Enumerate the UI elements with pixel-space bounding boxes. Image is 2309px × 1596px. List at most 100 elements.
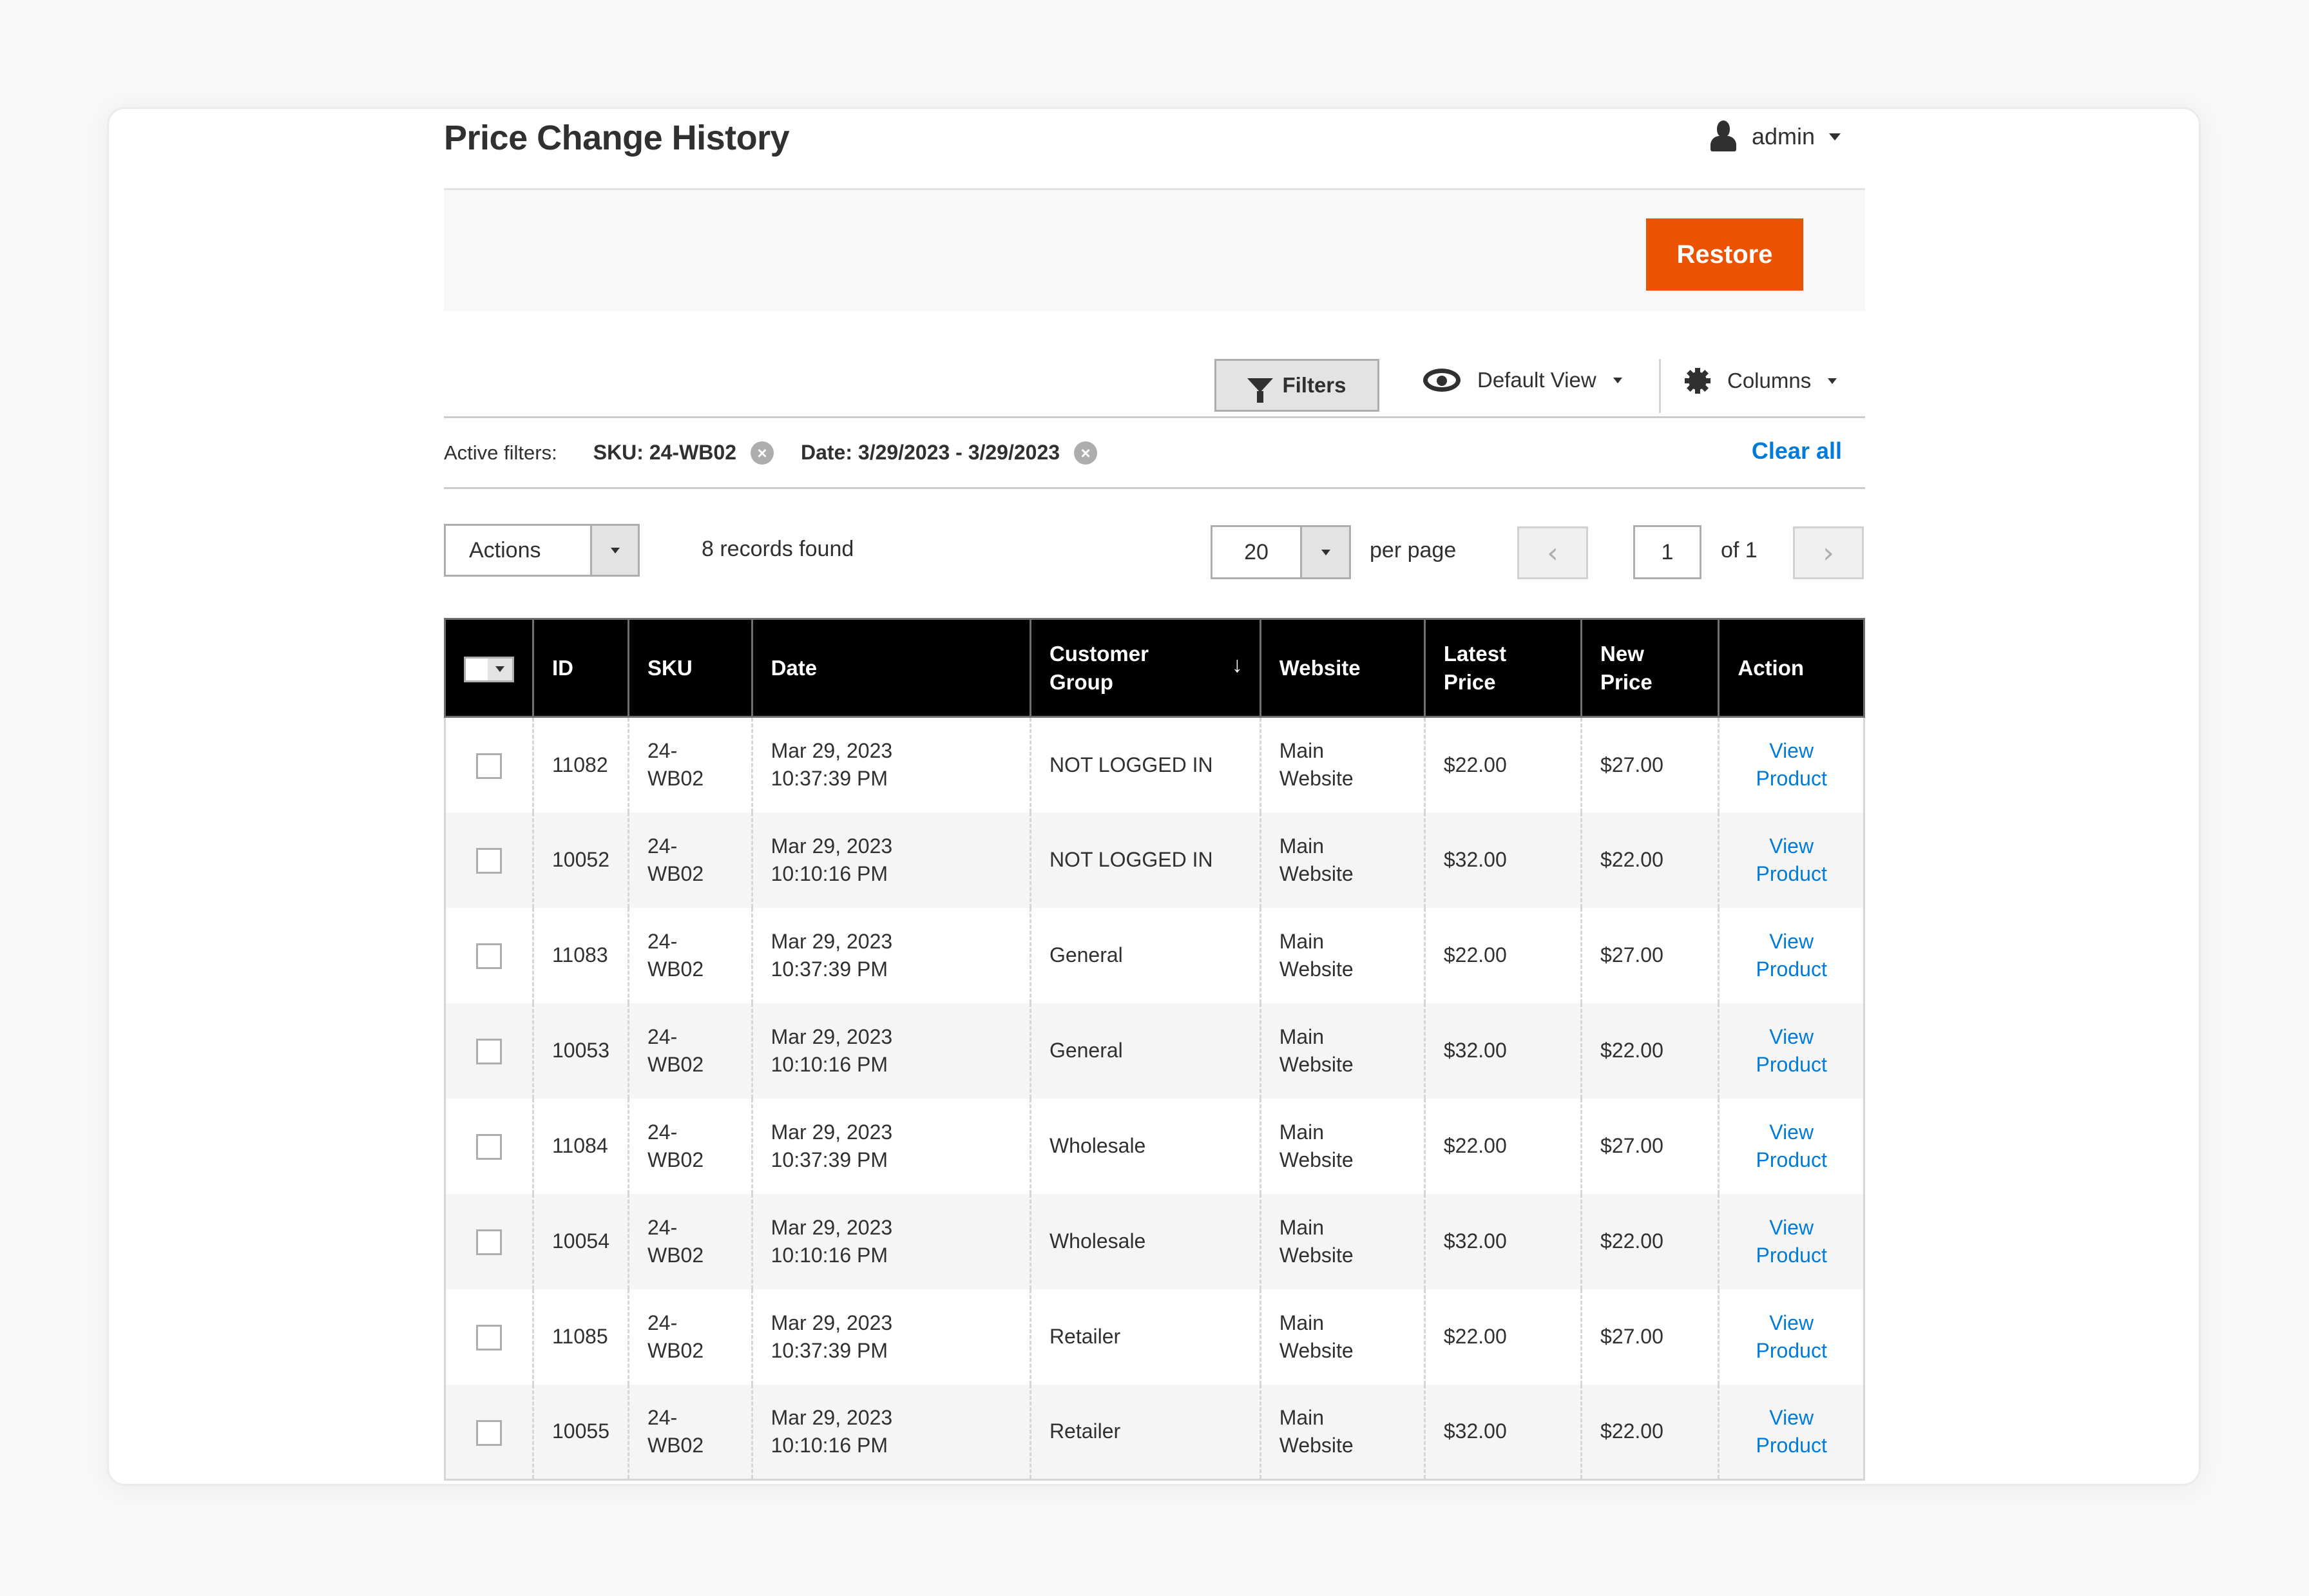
row-select-cell: [444, 812, 534, 908]
row-checkbox[interactable]: [476, 753, 502, 780]
website-text: Main Website: [1279, 739, 1354, 791]
view-product-link[interactable]: View Product: [1750, 737, 1834, 793]
sku-text: 24- WB02: [647, 1405, 704, 1457]
cell-action: View Product: [1718, 1193, 1865, 1289]
actions-label: Actions: [469, 538, 541, 562]
cell-action: View Product: [1718, 907, 1865, 1003]
table-body: 11082 24- WB02 Mar 29, 2023 10:37:39 PM N…: [444, 716, 1865, 1481]
row-select-cell: [444, 1098, 534, 1194]
view-product-link[interactable]: View Product: [1750, 1119, 1834, 1174]
grid-toolbar: Actions 8 records found 20 per page ‹ of…: [444, 489, 1865, 613]
view-product-link[interactable]: View Product: [1750, 1404, 1834, 1459]
cell-customer-group: NOT LOGGED IN: [1029, 716, 1261, 812]
cell-new-price: $27.00: [1580, 716, 1720, 812]
column-header-new-price[interactable]: New Price: [1580, 618, 1720, 718]
column-header-date[interactable]: Date: [751, 618, 1031, 718]
filters-label: Filters: [1282, 373, 1346, 397]
cell-date: Mar 29, 2023 10:37:39 PM: [751, 1289, 1031, 1385]
filter-chip-text: SKU: 24-WB02: [593, 441, 736, 464]
row-checkbox[interactable]: [476, 1325, 502, 1351]
column-header-website[interactable]: Website: [1259, 618, 1426, 718]
per-page-label: per page: [1370, 538, 1457, 562]
actions-toggle[interactable]: [590, 526, 638, 575]
date-text: Mar 29, 2023 10:37:39 PM: [771, 929, 893, 981]
restore-button[interactable]: Restore: [1646, 218, 1803, 291]
chevron-down-icon: [1613, 377, 1622, 383]
column-header-customer-group[interactable]: Customer Group ↓: [1029, 618, 1261, 718]
mass-actions-select[interactable]: Actions: [444, 524, 640, 577]
date-text: Mar 29, 2023 10:10:16 PM: [771, 1024, 893, 1076]
column-header-id[interactable]: ID: [532, 618, 629, 718]
cell-action: View Product: [1718, 812, 1865, 908]
columns-dropdown[interactable]: Columns: [1685, 368, 1837, 394]
clear-all-link[interactable]: Clear all: [1752, 437, 1842, 465]
chevron-left-icon: ‹: [1547, 536, 1558, 570]
table-row: 11082 24- WB02 Mar 29, 2023 10:37:39 PM N…: [444, 716, 1865, 812]
sku-text: 24- WB02: [647, 1024, 704, 1076]
cell-customer-group: General: [1029, 907, 1261, 1003]
view-product-link[interactable]: View Product: [1750, 832, 1834, 888]
cell-sku: 24- WB02: [627, 1003, 753, 1099]
chevron-right-icon: ›: [1823, 536, 1834, 570]
row-checkbox[interactable]: [476, 943, 502, 970]
chevron-down-icon: [610, 547, 620, 553]
date-text: Mar 29, 2023 10:10:16 PM: [771, 1405, 893, 1457]
column-header-label: New Price: [1600, 641, 1653, 694]
user-icon: [1709, 120, 1738, 153]
mass-select-toggle[interactable]: [488, 658, 512, 680]
cell-latest-price: $22.00: [1423, 907, 1583, 1003]
cell-customer-group: Retailer: [1029, 1289, 1261, 1385]
sku-text: 24- WB02: [647, 1120, 704, 1171]
row-checkbox[interactable]: [476, 1134, 502, 1160]
view-product-link[interactable]: View Product: [1750, 1309, 1834, 1365]
sku-text: 24- WB02: [647, 834, 704, 885]
table-row: 11085 24- WB02 Mar 29, 2023 10:37:39 PM R…: [444, 1289, 1865, 1385]
per-page-toggle[interactable]: [1300, 527, 1349, 577]
filters-button[interactable]: Filters: [1214, 359, 1379, 412]
page-number-input[interactable]: [1633, 525, 1701, 579]
cell-id: 11085: [532, 1289, 629, 1385]
chevron-down-icon: [1829, 133, 1841, 140]
mass-select-dropdown[interactable]: [464, 656, 514, 682]
cell-date: Mar 29, 2023 10:10:16 PM: [751, 1193, 1031, 1289]
view-product-link[interactable]: View Product: [1750, 928, 1834, 983]
table-row: 10054 24- WB02 Mar 29, 2023 10:10:16 PM W…: [444, 1193, 1865, 1289]
row-checkbox[interactable]: [476, 848, 502, 874]
view-product-link[interactable]: View Product: [1750, 1214, 1834, 1269]
close-circle-icon[interactable]: ×: [750, 441, 774, 465]
per-page-select[interactable]: 20: [1211, 525, 1351, 579]
close-circle-icon[interactable]: ×: [1074, 441, 1098, 465]
sku-text: 24- WB02: [647, 1311, 704, 1362]
chevron-down-icon: [1321, 549, 1330, 555]
table-row: 10055 24- WB02 Mar 29, 2023 10:10:16 PM R…: [444, 1384, 1865, 1481]
column-header-latest-price[interactable]: Latest Price: [1423, 618, 1583, 718]
cell-id: 10052: [532, 812, 629, 908]
gear-icon: [1685, 368, 1710, 394]
cell-new-price: $22.00: [1580, 1193, 1720, 1289]
page-title: Price Change History: [444, 119, 790, 157]
cell-new-price: $22.00: [1580, 1384, 1720, 1481]
date-text: Mar 29, 2023 10:10:16 PM: [771, 834, 893, 885]
cell-website: Main Website: [1259, 1193, 1426, 1289]
column-header-label: Latest Price: [1443, 641, 1507, 694]
row-checkbox[interactable]: [476, 1039, 502, 1065]
row-checkbox[interactable]: [476, 1229, 502, 1256]
select-all-checkbox[interactable]: [466, 658, 488, 680]
previous-page-button[interactable]: ‹: [1517, 526, 1588, 579]
column-header-sku[interactable]: SKU: [627, 618, 753, 718]
user-menu[interactable]: admin: [1709, 120, 1841, 153]
cell-latest-price: $32.00: [1423, 1003, 1583, 1099]
cell-customer-group: Wholesale: [1029, 1193, 1261, 1289]
table-header-row: ID SKU Date Customer Group ↓ Website Lat…: [444, 618, 1865, 718]
chevron-down-icon: [1828, 378, 1837, 384]
row-select-cell: [444, 1003, 534, 1099]
row-checkbox[interactable]: [476, 1419, 502, 1446]
next-page-button[interactable]: ›: [1793, 526, 1864, 579]
view-product-link[interactable]: View Product: [1750, 1023, 1834, 1079]
cell-action: View Product: [1718, 1384, 1865, 1481]
records-found: 8 records found: [702, 537, 854, 561]
default-view-dropdown[interactable]: Default View: [1423, 368, 1622, 392]
cell-date: Mar 29, 2023 10:10:16 PM: [751, 1003, 1031, 1099]
sku-text: 24- WB02: [647, 929, 704, 981]
sku-text: 24- WB02: [647, 739, 704, 791]
